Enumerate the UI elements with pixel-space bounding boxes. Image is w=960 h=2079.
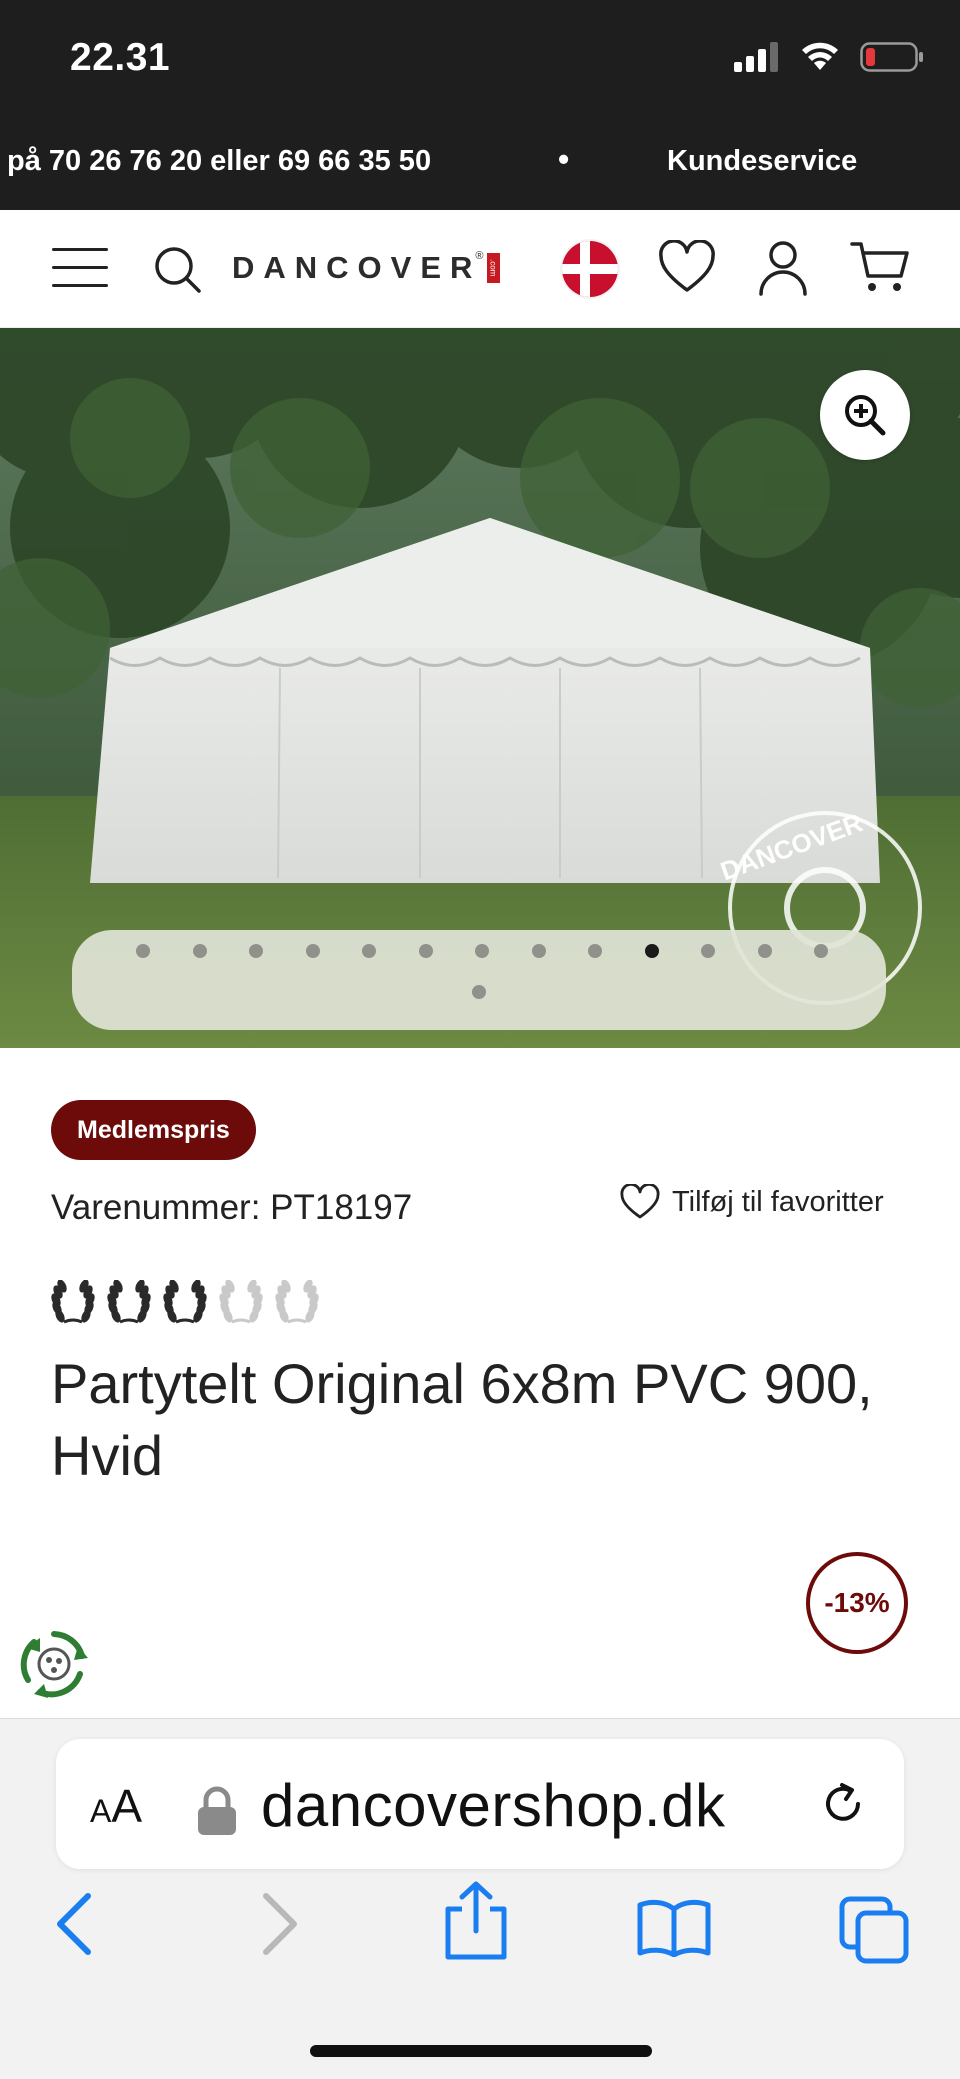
heart-icon bbox=[620, 1184, 660, 1219]
gallery-pagination bbox=[72, 930, 886, 1030]
gallery-dot[interactable] bbox=[588, 944, 602, 958]
recycle-icon[interactable] bbox=[18, 1628, 90, 1700]
home-indicator[interactable] bbox=[310, 2045, 652, 2057]
status-bar: 22.31 bbox=[0, 0, 960, 120]
gallery-dot[interactable] bbox=[136, 944, 150, 958]
zoom-button[interactable] bbox=[820, 370, 910, 460]
laurel-empty-icon bbox=[219, 1280, 263, 1324]
signal-icon bbox=[734, 42, 778, 72]
status-time: 22.31 bbox=[70, 36, 171, 79]
logo-com-tag: .com bbox=[486, 253, 500, 283]
address-bar[interactable]: AA dancovershop.dk bbox=[56, 1739, 904, 1869]
logo-text: DANCOVER bbox=[232, 250, 482, 285]
gallery-dot[interactable] bbox=[757, 944, 772, 958]
gallery-dot[interactable] bbox=[418, 944, 433, 958]
sku-number: Varenummer: PT18197 bbox=[51, 1188, 413, 1227]
add-to-favorites-button[interactable]: Tilføj til favoritter bbox=[620, 1184, 884, 1220]
gallery-dot[interactable] bbox=[192, 944, 207, 958]
heart-icon[interactable] bbox=[658, 240, 716, 294]
announcement-separator: • bbox=[558, 141, 570, 177]
discount-badge: -13% bbox=[806, 1552, 908, 1654]
product-rating[interactable] bbox=[50, 1280, 320, 1326]
forward-icon[interactable] bbox=[258, 1892, 302, 1956]
denmark-flag-icon[interactable] bbox=[562, 241, 618, 297]
product-image-gallery[interactable]: DANCOVER bbox=[0, 328, 960, 1048]
url-text[interactable]: dancovershop.dk bbox=[261, 1771, 725, 1840]
gallery-dot[interactable] bbox=[305, 944, 320, 958]
member-price-badge: Medlemspris bbox=[51, 1100, 256, 1160]
gallery-dot[interactable] bbox=[814, 944, 828, 958]
menu-icon[interactable] bbox=[52, 248, 108, 288]
dancover-logo[interactable]: DANCOVER ® .com bbox=[232, 250, 500, 286]
site-header: DANCOVER ® .com bbox=[0, 210, 960, 328]
logo-registered: ® bbox=[475, 250, 484, 262]
search-icon[interactable] bbox=[154, 246, 202, 294]
product-title: Partytelt Original 6x8m PVC 900, Hvid bbox=[51, 1352, 873, 1487]
browser-toolbar: AA dancovershop.dk bbox=[0, 1718, 960, 2079]
back-icon[interactable] bbox=[52, 1892, 96, 1956]
laurel-filled-icon bbox=[107, 1280, 151, 1324]
laurel-filled-icon bbox=[51, 1280, 95, 1324]
gallery-dot[interactable] bbox=[701, 944, 715, 958]
battery-low-icon bbox=[860, 42, 923, 72]
add-to-favorites-label: Tilføj til favoritter bbox=[672, 1185, 884, 1218]
bookmarks-icon[interactable] bbox=[636, 1899, 712, 1957]
laurel-empty-icon bbox=[275, 1280, 319, 1324]
gallery-dot[interactable] bbox=[249, 944, 263, 958]
status-icons bbox=[734, 42, 924, 72]
share-icon[interactable] bbox=[444, 1881, 508, 1961]
lock-icon bbox=[198, 1786, 236, 1835]
gallery-dot[interactable] bbox=[472, 985, 486, 999]
phone-numbers[interactable]: på 70 26 76 20 eller 69 66 35 50 bbox=[7, 145, 431, 178]
customer-service-link[interactable]: Kundeservice bbox=[667, 145, 857, 178]
laurel-filled-icon bbox=[163, 1280, 207, 1324]
text-size-button[interactable]: AA bbox=[90, 1779, 142, 1833]
wifi-icon bbox=[802, 42, 838, 70]
user-icon[interactable] bbox=[758, 240, 808, 296]
reload-icon[interactable] bbox=[818, 1779, 868, 1829]
tabs-icon[interactable] bbox=[838, 1895, 910, 1965]
gallery-dot[interactable] bbox=[644, 944, 659, 958]
zoom-in-icon bbox=[845, 395, 886, 436]
cart-icon[interactable] bbox=[850, 240, 910, 294]
gallery-dot[interactable] bbox=[475, 944, 489, 958]
gallery-dot[interactable] bbox=[531, 944, 546, 958]
announcement-bar: på 70 26 76 20 eller 69 66 35 50 • Kunde… bbox=[0, 120, 960, 210]
gallery-dot[interactable] bbox=[362, 944, 376, 958]
